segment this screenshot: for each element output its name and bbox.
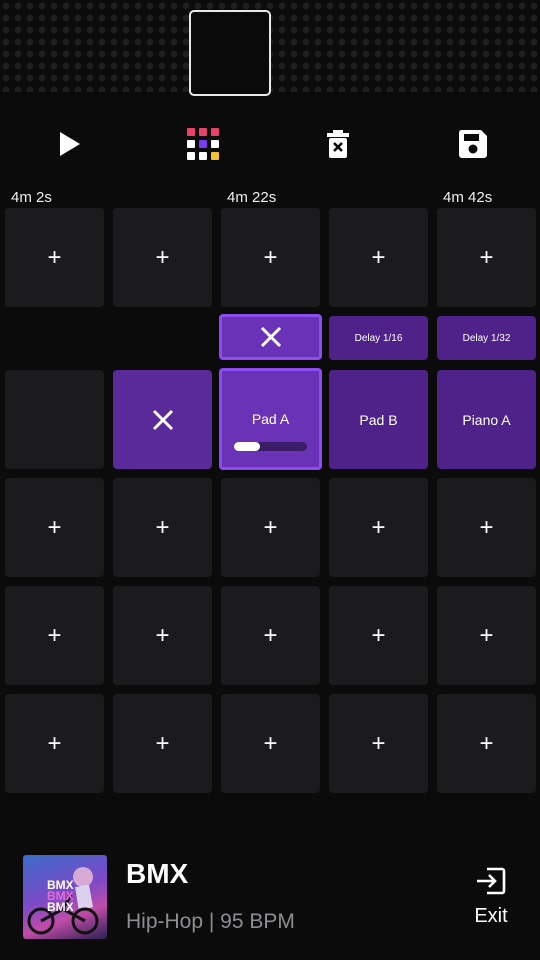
exit-icon [477, 867, 506, 895]
play-button[interactable] [50, 124, 90, 164]
time-label: 4m 42s [443, 189, 493, 206]
add-icon: + [479, 729, 494, 757]
exit-label: Exit [474, 905, 508, 927]
pad-label: Pad A [251, 411, 290, 427]
effect-label: Delay 1/32 [462, 332, 511, 344]
empty-slot[interactable]: + [5, 478, 104, 577]
empty-slot[interactable]: + [113, 208, 212, 307]
exit-button[interactable]: Exit [468, 866, 514, 928]
effect-slot[interactable]: Delay 1/32 [437, 316, 536, 360]
pad-a-selected[interactable]: Pad A [219, 368, 322, 470]
add-icon: + [479, 243, 494, 271]
effect-slot[interactable]: Delay 1/16 [329, 316, 428, 360]
add-icon: + [479, 513, 494, 541]
empty-slot[interactable]: + [113, 586, 212, 685]
empty-slot[interactable]: + [221, 694, 320, 793]
empty-slot[interactable]: + [329, 586, 428, 685]
pad-slot[interactable]: Piano A [437, 370, 536, 469]
pad-progress-fill [234, 442, 260, 451]
empty-slot[interactable]: + [5, 208, 104, 307]
add-icon: + [263, 729, 278, 757]
remove-pad-button[interactable] [113, 370, 212, 469]
color-grid-icon [187, 128, 219, 160]
track-subtitle: Hip-Hop | 95 BPM [126, 910, 295, 933]
save-icon [458, 130, 487, 158]
empty-slot[interactable]: + [221, 208, 320, 307]
empty-slot[interactable]: + [221, 478, 320, 577]
empty-slot[interactable]: + [5, 694, 104, 793]
add-icon: + [371, 513, 386, 541]
color-grid-button[interactable] [183, 124, 223, 164]
empty-slot[interactable]: + [221, 586, 320, 685]
add-icon: + [155, 621, 170, 649]
empty-slot[interactable]: + [437, 694, 536, 793]
close-icon [260, 326, 281, 348]
add-icon: + [155, 513, 170, 541]
delete-button[interactable] [318, 124, 358, 164]
add-icon: + [47, 621, 62, 649]
empty-slot[interactable] [5, 370, 104, 469]
empty-slot[interactable]: + [329, 478, 428, 577]
pattern-selector[interactable] [189, 10, 271, 96]
add-icon: + [47, 243, 62, 271]
bmx-cover-illustration: BMX BMX BMX [27, 867, 99, 935]
pad-slot[interactable]: Pad B [329, 370, 428, 469]
add-icon: + [263, 513, 278, 541]
empty-slot[interactable]: + [437, 478, 536, 577]
add-icon: + [263, 621, 278, 649]
empty-slot[interactable]: + [437, 586, 536, 685]
close-icon [152, 409, 173, 430]
add-icon: + [371, 729, 386, 757]
pad-label: Piano A [462, 411, 511, 428]
save-button[interactable] [453, 124, 493, 164]
pad-progress-bar [234, 442, 307, 451]
time-label: 4m 2s [11, 189, 52, 206]
add-icon: + [479, 621, 494, 649]
empty-slot[interactable]: + [5, 586, 104, 685]
effect-label: Delay 1/16 [354, 332, 403, 344]
add-icon: + [47, 729, 62, 757]
track-title: BMX [126, 858, 189, 889]
empty-slot[interactable]: + [437, 208, 536, 307]
add-icon: + [263, 243, 278, 271]
add-icon: + [371, 243, 386, 271]
play-icon [60, 132, 80, 156]
pad-label: Pad B [359, 411, 398, 428]
empty-slot[interactable]: + [329, 694, 428, 793]
art-text: BMX [47, 900, 74, 914]
album-art[interactable]: BMX BMX BMX [23, 855, 107, 939]
add-icon: + [371, 621, 386, 649]
time-label: 4m 22s [227, 189, 277, 206]
empty-slot[interactable]: + [329, 208, 428, 307]
trash-icon [327, 130, 349, 158]
add-icon: + [155, 729, 170, 757]
empty-slot[interactable]: + [113, 478, 212, 577]
remove-effect-button[interactable] [219, 314, 322, 360]
add-icon: + [47, 513, 62, 541]
add-icon: + [155, 243, 170, 271]
empty-slot[interactable]: + [113, 694, 212, 793]
